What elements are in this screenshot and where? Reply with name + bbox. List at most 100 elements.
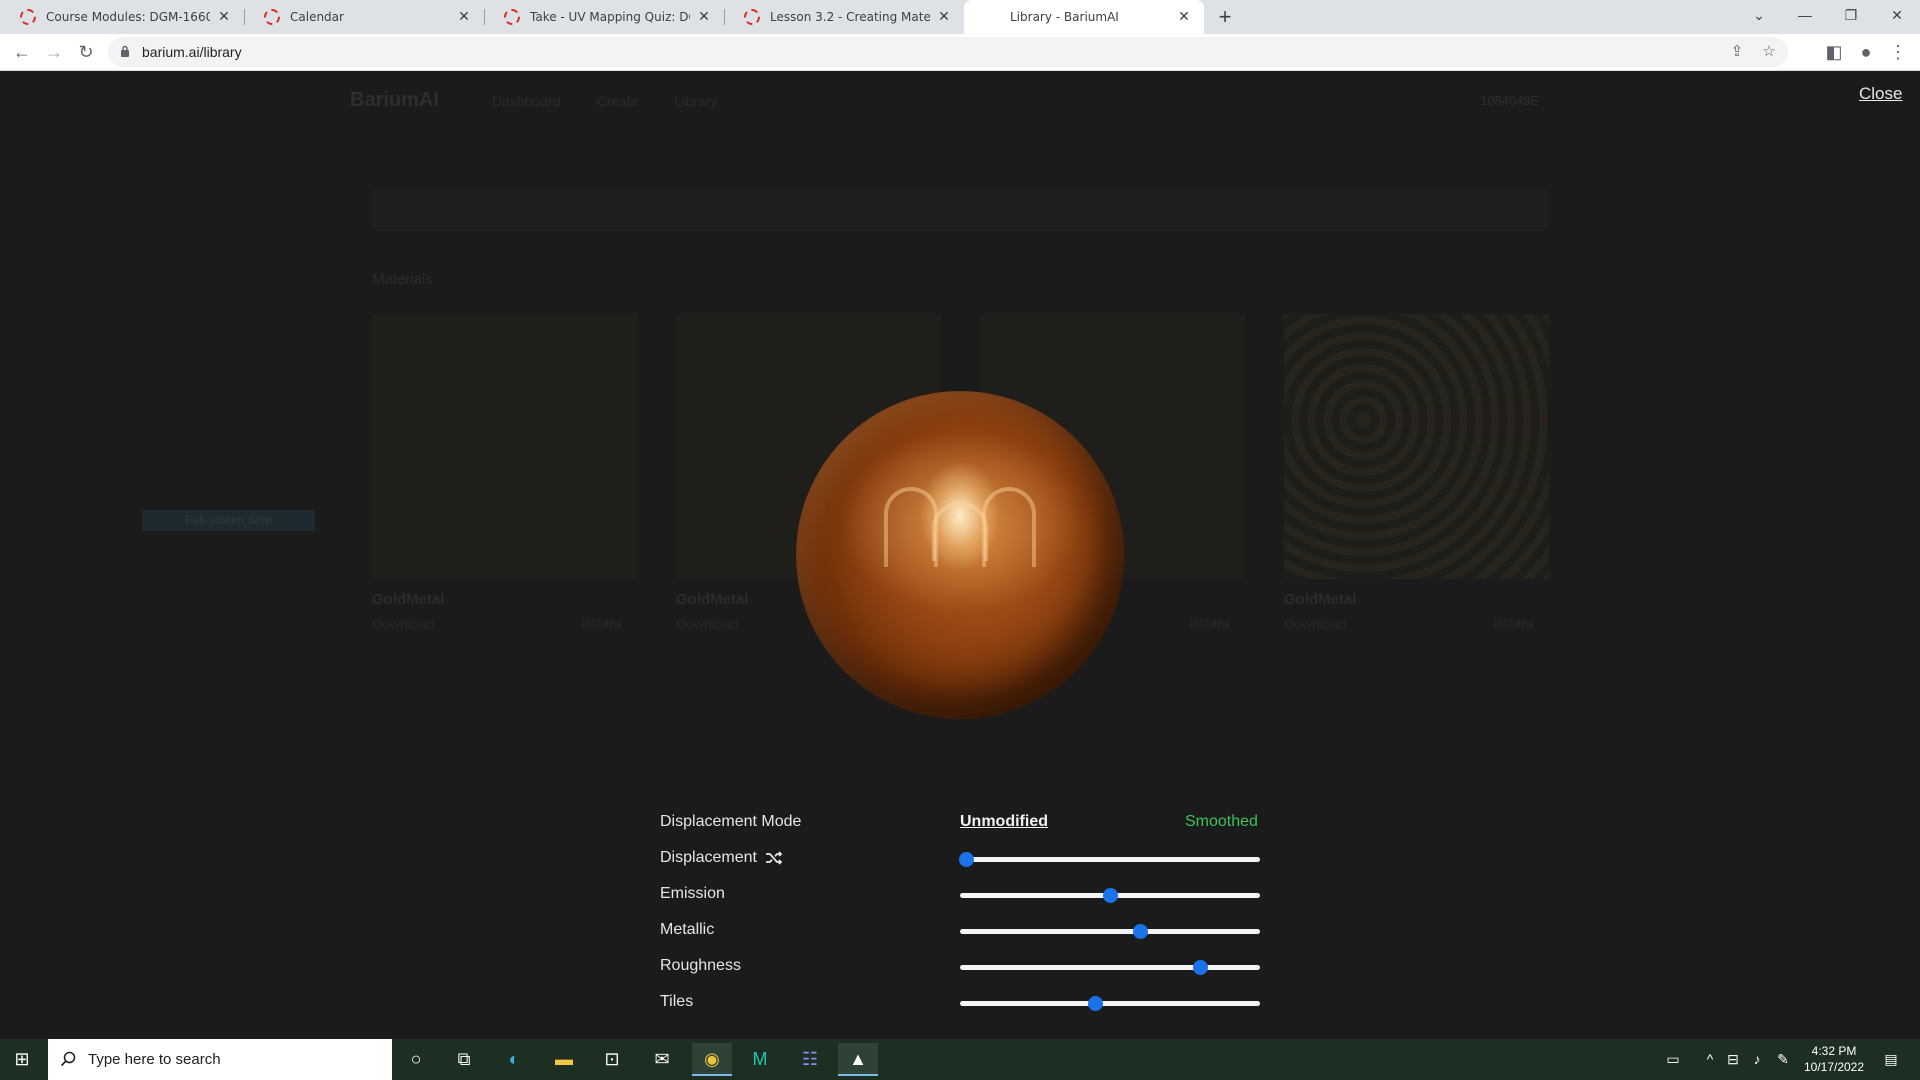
tab-title: Calendar (290, 10, 344, 24)
clock-date: 10/17/2022 (1803, 1060, 1865, 1074)
tab-title: Library - BariumAI (1010, 10, 1119, 24)
tab-lesson-3-2[interactable]: Lesson 3.2 - Creating Material M ✕ (724, 0, 964, 34)
emission-slider[interactable] (960, 888, 1260, 903)
close-modal-link[interactable]: Close (1859, 84, 1902, 104)
pen-icon[interactable]: ✎ (1772, 1039, 1794, 1080)
windows-start-icon[interactable]: ⊞ (2, 1043, 42, 1076)
background-user-id: 1084049E (1480, 93, 1540, 108)
chrome-icon[interactable]: ◉ (692, 1043, 732, 1076)
search-placeholder: Type here to search (88, 1051, 221, 1068)
card-title: GoldMetal (676, 591, 749, 608)
tab-title: Lesson 3.2 - Creating Material M (770, 10, 930, 24)
tab-close-icon[interactable]: ✕ (696, 9, 712, 25)
keyboard-icon[interactable]: ▭ (1660, 1039, 1686, 1080)
card-title: GoldMetal (1284, 591, 1357, 608)
page-content: BariumAI Dashboard Create Library 108404… (0, 71, 1920, 1039)
reload-icon[interactable]: ↻ (72, 38, 100, 66)
tab-close-icon[interactable]: ✕ (216, 9, 232, 25)
background-search-bar (372, 189, 1548, 231)
edge-browser-icon[interactable]: ◐ (494, 1043, 534, 1076)
tab-library-bariumai[interactable]: Library - BariumAI ✕ (964, 0, 1204, 34)
volume-icon[interactable]: ♪ (1746, 1039, 1768, 1080)
minimize-button[interactable]: — (1782, 0, 1828, 34)
shuffle-icon[interactable] (765, 851, 783, 865)
mail-icon[interactable]: ✉ (642, 1043, 682, 1076)
menu-kebab-icon[interactable]: ⋮ (1884, 38, 1912, 66)
roughness-slider[interactable] (960, 960, 1260, 975)
nav-library: Library (674, 93, 718, 109)
canvas-favicon-icon (264, 9, 280, 25)
close-window-button[interactable]: ✕ (1874, 0, 1920, 34)
card-action: Download (1284, 616, 1347, 632)
tab-search-chevron-icon[interactable]: ⌄ (1736, 0, 1782, 34)
card-action: Download (676, 616, 739, 632)
tab-uv-mapping-quiz[interactable]: Take - UV Mapping Quiz: DGM-1 ✕ (484, 0, 725, 34)
background-material-card (372, 314, 637, 579)
task-view-icon[interactable]: ⧉ (444, 1043, 484, 1076)
canvas-favicon-icon (744, 9, 760, 25)
photos-icon[interactable]: ▲ (838, 1043, 878, 1076)
share-icon[interactable]: ⇪ (1726, 41, 1748, 63)
tray-chevron-icon[interactable]: ^ (1700, 1039, 1720, 1080)
emission-row: Emission (660, 883, 1260, 907)
displacement-label-text: Displacement (660, 849, 757, 866)
nav-create: Create (596, 93, 639, 109)
slider-thumb[interactable] (1193, 960, 1208, 975)
displacement-mode-label: Displacement Mode (660, 813, 802, 830)
tab-title: Take - UV Mapping Quiz: DGM-1 (530, 10, 690, 24)
bookmark-star-icon[interactable]: ☆ (1758, 41, 1780, 63)
card-resolution: 1024px (1492, 616, 1535, 631)
taskbar-search-box[interactable]: Type here to search (48, 1039, 392, 1080)
metallic-row: Metallic (660, 919, 1260, 943)
loading-favicon-icon (984, 9, 1000, 25)
displacement-mode-row: Displacement Mode Unmodified Smoothed (660, 811, 1260, 835)
slider-thumb[interactable] (959, 852, 974, 867)
slider-thumb[interactable] (1133, 924, 1148, 939)
restore-button[interactable]: ❐ (1828, 0, 1874, 34)
emission-label: Emission (660, 885, 725, 902)
browser-tab-strip: Course Modules: DGM-1660-001 ✕ Calendar … (0, 0, 1920, 34)
displacement-slider[interactable] (959, 852, 1260, 867)
card-resolution: 1024px (1188, 616, 1231, 631)
slider-thumb[interactable] (1088, 996, 1103, 1011)
tiles-slider[interactable] (960, 996, 1260, 1011)
reflection-arch (982, 487, 1036, 567)
tab-close-icon[interactable]: ✕ (456, 9, 472, 25)
background-nav: Dashboard Create Library (492, 93, 717, 109)
tab-course-modules[interactable]: Course Modules: DGM-1660-001 ✕ (0, 0, 245, 34)
background-section-title: Materials (372, 271, 433, 288)
microsoft-store-icon[interactable]: ⊡ (592, 1043, 632, 1076)
forward-arrow-icon[interactable]: → (40, 38, 68, 66)
canvas-favicon-icon (20, 9, 36, 25)
profile-avatar-icon[interactable]: ● (1852, 38, 1880, 66)
full-screen-snip-label: Full-screen Snip (142, 510, 315, 531)
lock-icon (121, 45, 129, 57)
url-text: barium.ai/library (142, 44, 242, 60)
address-bar[interactable]: barium.ai/library ⇪ ☆ (108, 37, 1788, 67)
new-tab-button[interactable]: + (1212, 4, 1238, 30)
tab-close-icon[interactable]: ✕ (1176, 9, 1192, 25)
mode-smoothed-button[interactable]: Smoothed (1185, 813, 1258, 831)
side-panel-icon[interactable]: ◧ (1820, 38, 1848, 66)
tiles-row: Tiles (660, 991, 1260, 1015)
tiles-label: Tiles (660, 993, 694, 1010)
card-action: Download (372, 616, 435, 632)
mode-unmodified-button[interactable]: Unmodified (960, 813, 1048, 831)
tab-close-icon[interactable]: ✕ (936, 9, 952, 25)
taskbar-clock[interactable]: 4:32 PM 10/17/2022 (1798, 1043, 1870, 1075)
notifications-icon[interactable]: ▤ (1878, 1039, 1904, 1080)
back-arrow-icon[interactable]: ← (8, 38, 36, 66)
network-icon[interactable]: ⊟ (1722, 1039, 1744, 1080)
slider-thumb[interactable] (1103, 888, 1118, 903)
displacement-row: Displacement (660, 847, 1260, 871)
material-preview-sphere[interactable] (796, 391, 1124, 719)
tab-calendar[interactable]: Calendar ✕ (244, 0, 485, 34)
metallic-slider[interactable] (960, 924, 1260, 939)
card-resolution: 1024px (580, 616, 623, 631)
cortana-circle-icon[interactable]: ○ (396, 1043, 436, 1076)
tab-title: Course Modules: DGM-1660-001 (46, 10, 210, 24)
teams-icon[interactable]: ☷ (790, 1043, 830, 1076)
reflection-arch (884, 487, 938, 567)
maya-app-icon[interactable]: M (740, 1043, 780, 1076)
file-explorer-icon[interactable]: ▬ (544, 1043, 584, 1076)
